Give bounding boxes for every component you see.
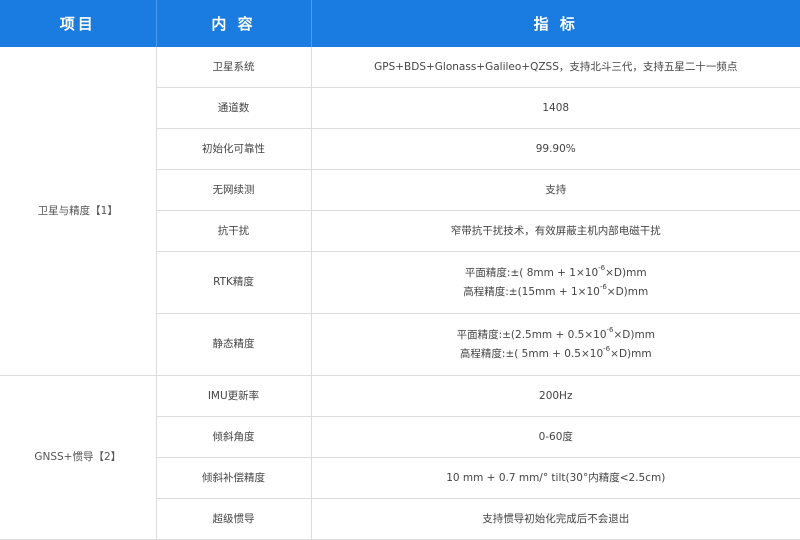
row-value: 99.90% [311, 129, 800, 170]
row-value: 平面精度:±(2.5mm + 0.5×10-6×D)mm 高程精度:±( 5mm… [311, 314, 800, 376]
row-value: 1408 [311, 88, 800, 129]
header-item: 项目 [0, 0, 156, 47]
row-value: 支持惯导初始化完成后不会退出 [311, 499, 800, 540]
row-value: 10 mm + 0.7 mm/° tilt(30°内精度<2.5cm) [311, 458, 800, 499]
row-item: 静态精度 [156, 314, 311, 376]
row-value: 200Hz [311, 376, 800, 417]
header-row: 项目 内 容 指 标 [0, 0, 800, 47]
table-row: GNSS+惯导【2】 IMU更新率 200Hz [0, 376, 800, 417]
row-item: RTK精度 [156, 252, 311, 314]
row-value: 0-60度 [311, 417, 800, 458]
table-row: 卫星与精度【1】 卫星系统 GPS+BDS+Glonass+Galileo+QZ… [0, 47, 800, 88]
row-item: 无网续测 [156, 170, 311, 211]
header-spec: 指 标 [311, 0, 800, 47]
rtk-vertical-accuracy: 高程精度:±(15mm + 1×10-6×D)mm [312, 283, 800, 302]
row-value: 支持 [311, 170, 800, 211]
spec-table: 项目 内 容 指 标 卫星与精度【1】 卫星系统 GPS+BDS+Glonass… [0, 0, 800, 540]
row-item: 卫星系统 [156, 47, 311, 88]
row-item: 超级惯导 [156, 499, 311, 540]
row-value: GPS+BDS+Glonass+Galileo+QZSS，支持北斗三代，支持五星… [311, 47, 800, 88]
rtk-horizontal-accuracy: 平面精度:±( 8mm + 1×10-6×D)mm [312, 264, 800, 283]
row-value: 窄带抗干扰技术，有效屏蔽主机内部电磁干扰 [311, 211, 800, 252]
group-name-gnss-ins: GNSS+惯导【2】 [0, 376, 156, 540]
row-item: 通道数 [156, 88, 311, 129]
header-content: 内 容 [156, 0, 311, 47]
row-item: IMU更新率 [156, 376, 311, 417]
static-vertical-accuracy: 高程精度:±( 5mm + 0.5×10-6×D)mm [312, 345, 800, 364]
static-horizontal-accuracy: 平面精度:±(2.5mm + 0.5×10-6×D)mm [312, 326, 800, 345]
row-item: 抗干扰 [156, 211, 311, 252]
row-item: 倾斜补偿精度 [156, 458, 311, 499]
row-item: 初始化可靠性 [156, 129, 311, 170]
row-item: 倾斜角度 [156, 417, 311, 458]
group-name-satellite: 卫星与精度【1】 [0, 47, 156, 376]
row-value: 平面精度:±( 8mm + 1×10-6×D)mm 高程精度:±(15mm + … [311, 252, 800, 314]
